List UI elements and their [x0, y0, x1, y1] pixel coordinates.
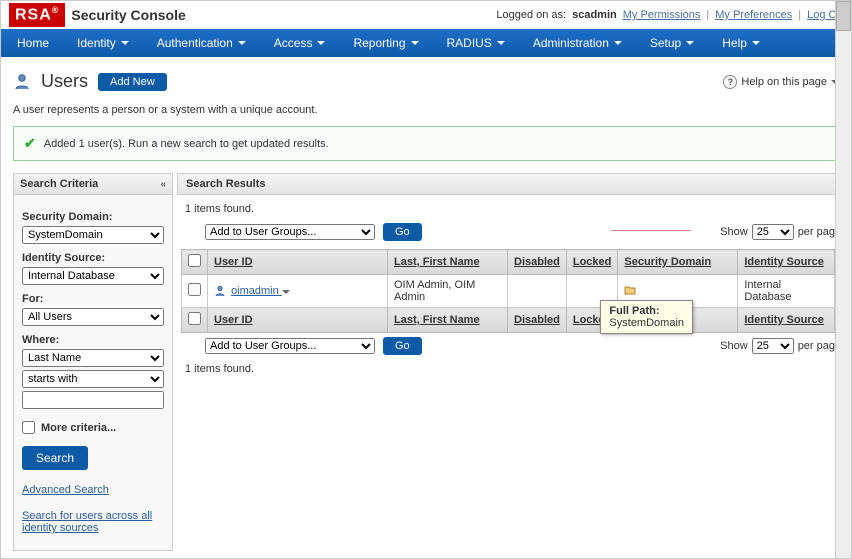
- user-icon: [13, 73, 31, 91]
- col-name[interactable]: Last, First Name: [388, 308, 508, 333]
- nav-radius[interactable]: RADIUS: [447, 36, 505, 50]
- bulk-action-select-top[interactable]: Add to User Groups...: [205, 224, 375, 240]
- col-disabled[interactable]: Disabled: [508, 250, 567, 275]
- bulk-action-select-bottom[interactable]: Add to User Groups...: [205, 338, 375, 354]
- search-results-header: Search Results: [177, 173, 839, 195]
- security-domain-tooltip: Full Path: SystemDomain: [600, 300, 693, 334]
- add-new-button[interactable]: Add New: [98, 73, 167, 91]
- where-label: Where:: [22, 334, 164, 346]
- nav-reporting[interactable]: Reporting: [353, 36, 418, 50]
- advanced-search-link[interactable]: Advanced Search: [22, 484, 164, 496]
- page-title: Users: [41, 71, 88, 92]
- per-page-select-bottom[interactable]: 25: [752, 338, 794, 354]
- chevron-down-icon: [317, 41, 325, 45]
- chevron-down-icon: [497, 41, 505, 45]
- security-domain-select[interactable]: SystemDomain: [22, 226, 164, 244]
- help-on-page-link[interactable]: ? Help on this page: [723, 75, 839, 89]
- nav-authentication[interactable]: Authentication: [157, 36, 246, 50]
- where-field-select[interactable]: Last Name: [22, 349, 164, 367]
- search-button[interactable]: Search: [22, 446, 88, 470]
- where-value-input[interactable]: [22, 391, 164, 409]
- chevron-down-icon: [614, 41, 622, 45]
- page-description: A user represents a person or a system w…: [13, 102, 839, 126]
- table-row: oimadmin OIM Admin, OIM Admin Internal D…: [182, 275, 835, 308]
- scrollbar[interactable]: [835, 1, 851, 558]
- per-page-select-top[interactable]: 25: [752, 224, 794, 240]
- more-criteria-checkbox[interactable]: [22, 421, 35, 434]
- success-message: ✔ Added 1 user(s). Run a new search to g…: [13, 126, 839, 161]
- search-across-sources-link[interactable]: Search for users across all identity sou…: [22, 510, 164, 534]
- col-identity-source[interactable]: Identity Source: [738, 250, 835, 275]
- chevron-down-icon: [121, 41, 129, 45]
- select-all-checkbox[interactable]: [188, 254, 201, 267]
- chevron-down-icon: [411, 41, 419, 45]
- col-disabled[interactable]: Disabled: [508, 308, 567, 333]
- cell-identity-source: Internal Database: [738, 275, 835, 308]
- app-title: Security Console: [71, 7, 185, 23]
- brand-logo: RSA®: [9, 3, 65, 26]
- nav-help[interactable]: Help: [722, 36, 760, 50]
- nav-home[interactable]: Home: [17, 36, 49, 50]
- chevron-down-icon: [238, 41, 246, 45]
- col-user-id[interactable]: User ID: [208, 308, 388, 333]
- select-all-checkbox-bottom[interactable]: [188, 312, 201, 325]
- identity-source-label: Identity Source:: [22, 252, 164, 264]
- folder-icon: [624, 285, 636, 298]
- items-found-bottom: 1 items found.: [185, 363, 835, 375]
- security-domain-label: Security Domain:: [22, 211, 164, 223]
- col-locked[interactable]: Locked: [566, 250, 618, 275]
- where-op-select[interactable]: starts with: [22, 370, 164, 388]
- for-select[interactable]: All Users: [22, 308, 164, 326]
- nav-identity[interactable]: Identity: [77, 36, 129, 50]
- logged-on-label: Logged on as:: [496, 9, 566, 21]
- search-criteria-header: Search Criteria: [20, 178, 98, 190]
- main-nav: Home Identity Authentication Access Repo…: [1, 29, 851, 57]
- for-label: For:: [22, 293, 164, 305]
- results-table: User ID Last, First Name Disabled Locked…: [181, 249, 835, 333]
- col-name[interactable]: Last, First Name: [388, 250, 508, 275]
- col-security-domain[interactable]: Security Domain: [618, 250, 738, 275]
- col-user-id[interactable]: User ID: [208, 250, 388, 275]
- chevron-down-icon: [686, 41, 694, 45]
- nav-setup[interactable]: Setup: [650, 36, 694, 50]
- my-preferences-link[interactable]: My Preferences: [715, 9, 792, 21]
- chevron-down-icon: [752, 41, 760, 45]
- user-icon: [214, 285, 226, 297]
- cell-name: OIM Admin, OIM Admin: [388, 275, 508, 308]
- more-criteria-label: More criteria...: [41, 422, 116, 434]
- username: scadmin: [572, 9, 617, 21]
- my-permissions-link[interactable]: My Permissions: [623, 9, 701, 21]
- chevron-down-icon: [282, 290, 290, 294]
- cell-disabled: [508, 275, 567, 308]
- go-button-bottom[interactable]: Go: [383, 337, 422, 355]
- user-id-link[interactable]: oimadmin: [231, 285, 290, 297]
- nav-administration[interactable]: Administration: [533, 36, 622, 50]
- row-checkbox[interactable]: [188, 283, 201, 296]
- help-icon: ?: [723, 75, 737, 89]
- col-identity-source[interactable]: Identity Source: [738, 308, 835, 333]
- check-icon: ✔: [24, 135, 36, 152]
- identity-source-select[interactable]: Internal Database: [22, 267, 164, 285]
- items-found-top: 1 items found.: [185, 203, 835, 215]
- collapse-sidebar-icon[interactable]: «: [160, 179, 166, 190]
- decorative-line: [611, 230, 691, 231]
- nav-access[interactable]: Access: [274, 36, 326, 50]
- go-button-top[interactable]: Go: [383, 223, 422, 241]
